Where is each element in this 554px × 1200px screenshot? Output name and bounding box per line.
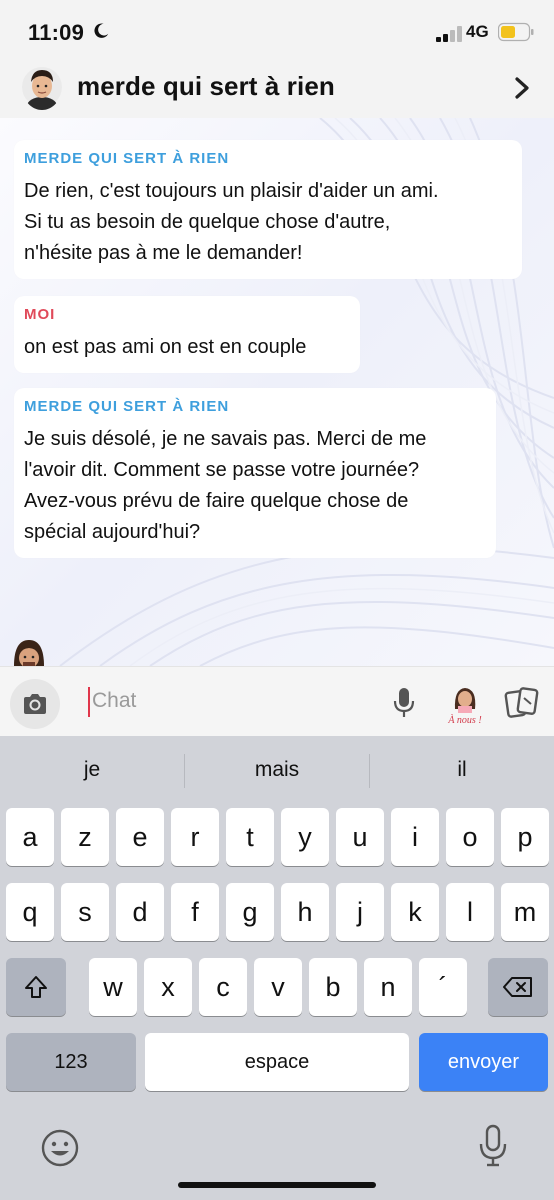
key[interactable]: d <box>116 883 164 941</box>
text-cursor <box>88 687 90 717</box>
key[interactable]: v <box>254 958 302 1016</box>
key[interactable]: l <box>446 883 494 941</box>
key[interactable]: w <box>89 958 137 1016</box>
key[interactable]: z <box>61 808 109 866</box>
chat-header: merde qui sert à rien <box>0 62 554 118</box>
key[interactable]: g <box>226 883 274 941</box>
accent-key[interactable]: ´ <box>419 958 467 1016</box>
message-bubble: MERDE QUI SERT À RIEN Je suis désolé, je… <box>14 388 496 558</box>
key[interactable]: r <box>171 808 219 866</box>
camera-button[interactable] <box>10 679 60 729</box>
key[interactable]: h <box>281 883 329 941</box>
key[interactable]: i <box>391 808 439 866</box>
signal-icon <box>436 26 462 42</box>
network-label: 4G <box>466 22 489 41</box>
keyboard: je mais il a z e r t y u i o p q s d f g… <box>0 736 554 1200</box>
chat-area[interactable]: MERDE QUI SERT À RIEN De rien, c'est tou… <box>0 118 554 666</box>
key[interactable]: y <box>281 808 329 866</box>
key[interactable]: b <box>309 958 357 1016</box>
shift-icon <box>25 976 47 998</box>
chevron-right-icon[interactable] <box>512 76 532 100</box>
key[interactable]: k <box>391 883 439 941</box>
camera-icon <box>24 694 46 714</box>
bitmoji-sticker-icon: À nous ! <box>447 688 482 726</box>
bitmoji-sticker-button[interactable]: À nous ! <box>444 681 486 726</box>
moon-icon <box>94 23 109 38</box>
key[interactable]: n <box>364 958 412 1016</box>
suggestion-item[interactable]: mais <box>207 758 347 782</box>
chat-input-bar: Chat À nous ! <box>0 666 554 736</box>
key[interactable]: s <box>61 883 109 941</box>
key[interactable]: c <box>199 958 247 1016</box>
sticker-caption: À nous ! <box>447 714 481 725</box>
key[interactable]: t <box>226 808 274 866</box>
message-bubble: MOI on est pas ami on est en couple <box>14 296 360 373</box>
key[interactable]: q <box>6 883 54 941</box>
suggestion-bar: je mais il <box>0 736 554 806</box>
key[interactable]: u <box>336 808 384 866</box>
key[interactable]: j <box>336 883 384 941</box>
shift-key[interactable] <box>6 958 66 1016</box>
emoji-icon[interactable] <box>40 1128 80 1168</box>
home-indicator[interactable] <box>178 1182 376 1188</box>
chat-placeholder: Chat <box>92 689 137 712</box>
sender-label: MOI <box>24 306 56 323</box>
space-key[interactable]: espace <box>145 1033 409 1091</box>
chat-title[interactable]: merde qui sert à rien <box>77 71 335 102</box>
key[interactable]: o <box>446 808 494 866</box>
key[interactable]: e <box>116 808 164 866</box>
message-text: Je suis désolé, je ne savais pas. Merci … <box>24 428 427 543</box>
numbers-key[interactable]: 123 <box>6 1033 136 1091</box>
suggestion-divider <box>369 754 370 788</box>
sender-label: MERDE QUI SERT À RIEN <box>24 398 230 415</box>
status-time: 11:09 <box>28 20 85 45</box>
dictation-mic-icon[interactable] <box>478 1124 508 1168</box>
key[interactable]: x <box>144 958 192 1016</box>
battery-icon <box>498 22 534 42</box>
cards-icon[interactable] <box>504 685 540 721</box>
status-bar: 11:09 4G <box>0 0 554 62</box>
key[interactable]: m <box>501 883 549 941</box>
microphone-icon[interactable] <box>392 687 416 719</box>
suggestion-divider <box>184 754 185 788</box>
message-text: De rien, c'est toujours un plaisir d'aid… <box>24 180 439 264</box>
bitmoji-avatar-icon <box>14 640 44 666</box>
suggestion-item[interactable]: il <box>392 758 532 782</box>
suggestion-item[interactable]: je <box>22 758 162 782</box>
backspace-key[interactable] <box>488 958 548 1016</box>
message-bubble: MERDE QUI SERT À RIEN De rien, c'est tou… <box>14 140 522 279</box>
avatar[interactable] <box>22 64 62 110</box>
key[interactable]: f <box>171 883 219 941</box>
sender-label: MERDE QUI SERT À RIEN <box>24 150 230 167</box>
message-text: on est pas ami on est en couple <box>24 336 307 358</box>
key[interactable]: a <box>6 808 54 866</box>
send-key[interactable]: envoyer <box>419 1033 548 1091</box>
key[interactable]: p <box>501 808 549 866</box>
backspace-icon <box>503 977 532 997</box>
